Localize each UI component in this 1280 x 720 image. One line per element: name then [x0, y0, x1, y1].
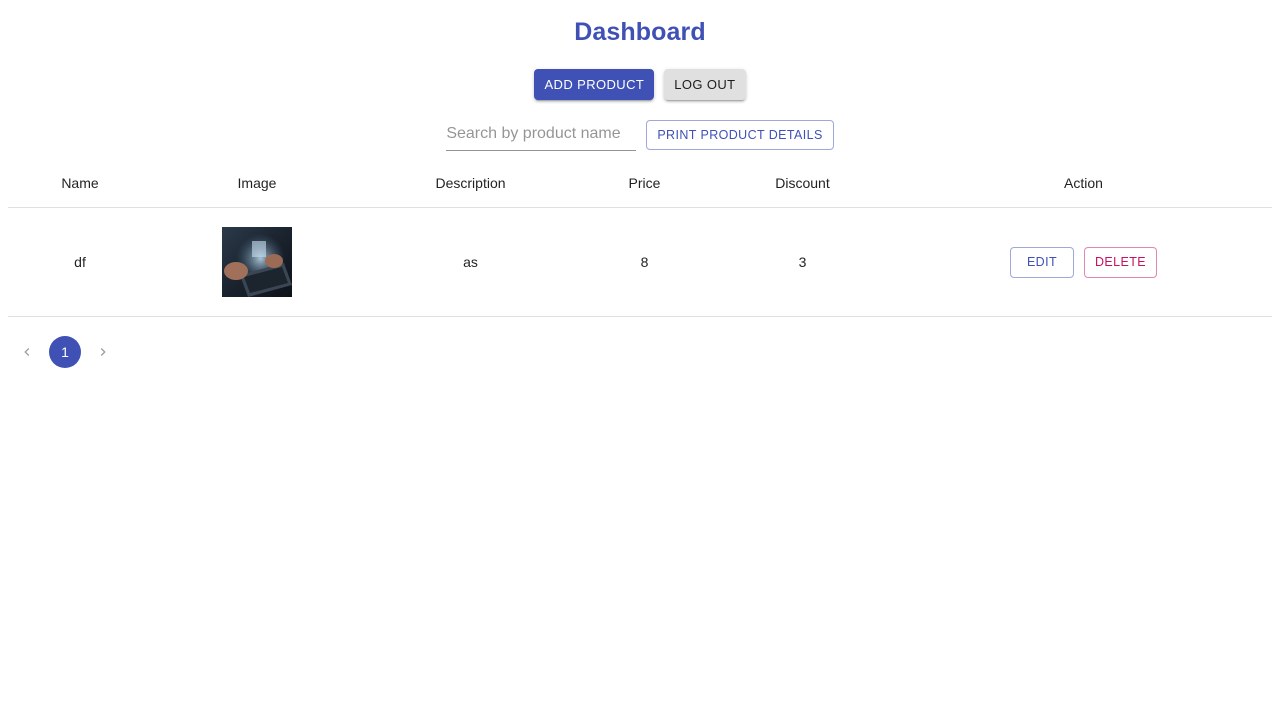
pagination: 1 — [11, 336, 119, 368]
product-image-cell — [152, 227, 362, 297]
column-header-image: Image — [237, 174, 277, 191]
table-row: df as 8 3 EDIT DELETE — [8, 208, 1272, 317]
column-header-description: Description — [435, 174, 506, 191]
column-header-name: Name — [61, 174, 99, 191]
column-header-price: Price — [628, 174, 661, 191]
chevron-left-icon[interactable] — [11, 336, 43, 368]
log-out-button[interactable]: LOG OUT — [664, 69, 746, 100]
search-row: PRINT PRODUCT DETAILS — [0, 119, 1280, 151]
page-button-current[interactable]: 1 — [49, 336, 81, 368]
column-header-discount: Discount — [775, 174, 830, 191]
product-image — [222, 227, 292, 297]
product-price-cell: 8 — [640, 254, 649, 270]
product-table: Name Image Description Price Discount Ac… — [8, 158, 1272, 317]
chevron-right-icon[interactable] — [87, 336, 119, 368]
print-product-details-button[interactable]: PRINT PRODUCT DETAILS — [646, 120, 834, 150]
product-description-cell: as — [463, 254, 478, 270]
product-action-cell: EDIT DELETE — [895, 246, 1272, 278]
add-product-button[interactable]: ADD PRODUCT — [534, 69, 655, 100]
product-discount-cell: 3 — [798, 254, 807, 270]
product-name-cell: df — [74, 254, 86, 270]
top-actions: ADD PRODUCT LOG OUT — [0, 69, 1280, 100]
page-title: Dashboard — [574, 18, 706, 46]
search-input[interactable] — [446, 119, 637, 151]
delete-button[interactable]: DELETE — [1083, 246, 1158, 278]
edit-button[interactable]: EDIT — [1009, 246, 1074, 278]
table-header-row: Name Image Description Price Discount Ac… — [8, 158, 1272, 208]
column-header-action: Action — [1064, 174, 1103, 191]
